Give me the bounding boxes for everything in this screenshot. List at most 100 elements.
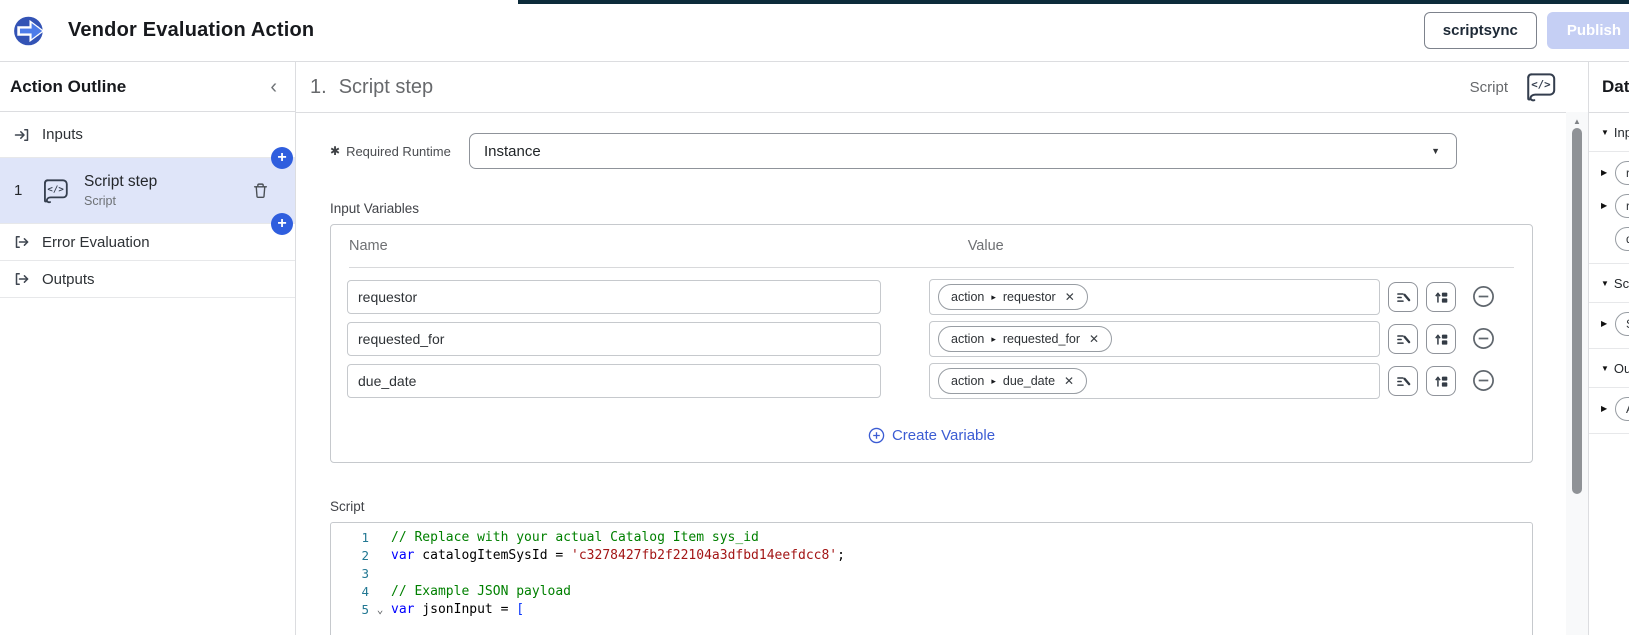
variable-row: action ▸ requestor ✕ [347, 276, 1496, 318]
toggle-data-pill-button[interactable] [1426, 366, 1456, 396]
scrollbar-up-arrow[interactable]: ▲ [1566, 117, 1588, 126]
input-variables-label: Input Variables [330, 201, 420, 216]
pill-scope-label: action [951, 290, 985, 304]
expand-triangle-icon[interactable]: ▶ [1601, 168, 1610, 177]
create-variable-button[interactable]: Create Variable [331, 408, 1532, 462]
remove-variable-button[interactable] [1472, 327, 1496, 351]
data-pill[interactable]: A [1615, 396, 1629, 421]
pill-field-label: requestor [1002, 290, 1056, 304]
pill-arrow-icon: ▸ [991, 291, 996, 302]
data-panel-section-header[interactable]: ▼ Inputs [1589, 113, 1629, 152]
scrollbar-thumb[interactable] [1572, 128, 1582, 494]
data-pill[interactable]: action ▸ due_date ✕ [938, 368, 1088, 394]
sidebar-item-script-step[interactable]: + 1 </> Script step Script + [0, 147, 295, 235]
code-line: 3 [331, 565, 1532, 583]
variable-value-field[interactable]: action ▸ requestor ✕ [929, 279, 1380, 315]
input-variables-card: Name Value action ▸ requestor ✕ action ▸ reque… [330, 224, 1533, 463]
code-text: // Example JSON payload [391, 584, 572, 599]
data-panel-section-header[interactable]: ▼ Outputs [1589, 349, 1629, 388]
code-text: var jsonInput = [ [391, 602, 525, 617]
window-top-strip [518, 0, 1629, 4]
data-pill-picker-button[interactable] [1388, 366, 1418, 396]
toggle-data-pill-button[interactable] [1426, 324, 1456, 354]
pill-remove-icon[interactable]: ✕ [1064, 374, 1074, 388]
variable-name-input[interactable] [347, 280, 881, 314]
sidebar-item-error-evaluation[interactable]: Error Evaluation [0, 224, 295, 261]
expand-triangle-icon[interactable]: ▶ [1601, 319, 1610, 328]
line-number: 1 [361, 530, 369, 545]
output-arrow-icon [15, 273, 29, 285]
line-number: 4 [361, 584, 369, 599]
section-label: Outputs [1613, 360, 1629, 376]
data-panel-pill-list: ▶ requestor ▶ requested_for due_date [1589, 152, 1629, 264]
data-pill-picker-button[interactable] [1388, 282, 1418, 312]
data-pill-picker-button[interactable] [1388, 324, 1418, 354]
data-pill[interactable]: S [1615, 311, 1629, 336]
variable-value-field[interactable]: action ▸ due_date ✕ [929, 363, 1380, 399]
data-pill[interactable]: due_date [1615, 226, 1629, 251]
sidebar-item-label: Outputs [42, 270, 95, 288]
code-line: 5 ⌄ var jsonInput = [ [331, 601, 1532, 619]
create-variable-label: Create Variable [891, 426, 996, 444]
step-index: 1 [14, 182, 23, 199]
required-runtime-label: Required Runtime [346, 143, 451, 159]
action-logo-icon [14, 16, 45, 45]
remove-variable-button[interactable] [1472, 369, 1496, 393]
delete-step-icon[interactable] [252, 182, 269, 199]
chevron-down-icon: ▼ [1431, 146, 1440, 156]
expand-triangle-icon[interactable]: ▶ [1601, 404, 1610, 413]
data-pill[interactable]: action ▸ requestor ✕ [938, 284, 1088, 310]
script-scroll-icon: </> [1527, 73, 1556, 102]
fold-chevron-icon[interactable]: ⌄ [369, 601, 391, 619]
remove-variable-button[interactable] [1472, 285, 1496, 309]
pill-remove-icon[interactable]: ✕ [1065, 290, 1075, 304]
app-header: Vendor Evaluation Action scriptsync Publ… [0, 0, 1629, 62]
sidebar-item-outputs[interactable]: Outputs [0, 261, 295, 298]
required-runtime-value: Instance [484, 142, 541, 160]
variable-value-field[interactable]: action ▸ requested_for ✕ [929, 321, 1380, 357]
add-step-below-button[interactable]: + [271, 213, 293, 235]
sidebar-header: Action Outline ‹ [0, 62, 295, 112]
data-panel-section-header[interactable]: ▼ Script step [1589, 264, 1629, 303]
line-number: 3 [361, 566, 369, 581]
expand-triangle-icon[interactable]: ▶ [1601, 201, 1610, 210]
publish-button[interactable]: Publish [1546, 12, 1629, 49]
code-line: 1 // Replace with your actual Catalog Ite… [331, 529, 1532, 547]
main-scrollbar[interactable]: ▲ [1566, 112, 1588, 635]
data-pill[interactable]: requested_for [1615, 193, 1629, 218]
required-runtime-select[interactable]: Instance ▼ [469, 133, 1457, 169]
step-subtitle: Script [84, 194, 116, 208]
variable-name-input[interactable] [347, 322, 881, 356]
input-variables-header: Name Value [349, 225, 1514, 268]
data-pill[interactable]: action ▸ requested_for ✕ [938, 326, 1113, 352]
variable-row: action ▸ due_date ✕ [347, 360, 1496, 402]
data-pill-row: ▶A [1601, 392, 1629, 425]
collapse-triangle-icon: ▼ [1601, 278, 1609, 288]
data-panel-pill-list: ▶S [1589, 303, 1629, 349]
line-number: 2 [361, 548, 369, 563]
data-pill[interactable]: requestor [1615, 160, 1629, 185]
sidebar-title: Action Outline [10, 76, 127, 96]
data-panel-title: Data [1589, 62, 1629, 113]
step-title: Script step [84, 173, 158, 190]
plus-circle-icon [868, 427, 885, 443]
required-runtime-row: ✱ Required Runtime Instance ▼ [330, 133, 1533, 169]
pill-field-label: requested_for [1002, 332, 1081, 346]
pill-remove-icon[interactable]: ✕ [1089, 332, 1099, 346]
sidebar-item-inputs[interactable]: Inputs [0, 112, 295, 158]
line-number: 5 [361, 602, 369, 617]
add-step-above-button[interactable]: + [271, 147, 293, 169]
script-scroll-icon: </> [44, 178, 68, 203]
scriptsync-button[interactable]: scriptsync [1423, 12, 1537, 49]
collapse-sidebar-icon[interactable]: ‹ [270, 77, 277, 97]
toggle-data-pill-button[interactable] [1426, 282, 1456, 312]
variable-name-input[interactable] [347, 364, 881, 398]
variable-rows: action▸requestor✕action▸requested_for✕ac… [331, 268, 1532, 408]
collapse-triangle-icon: ▼ [1601, 363, 1609, 373]
inputs-arrow-icon [14, 128, 29, 141]
step-type-label: Script [1469, 78, 1508, 96]
script-code-editor[interactable]: 1 // Replace with your actual Catalog Ite… [330, 522, 1533, 635]
data-pill-row: ▶S [1601, 307, 1629, 340]
pill-field-label: due_date [1002, 374, 1056, 388]
data-panel-sections: ▼ Inputs ▶ requestor ▶ requested_for due_date ▼… [1589, 113, 1629, 434]
